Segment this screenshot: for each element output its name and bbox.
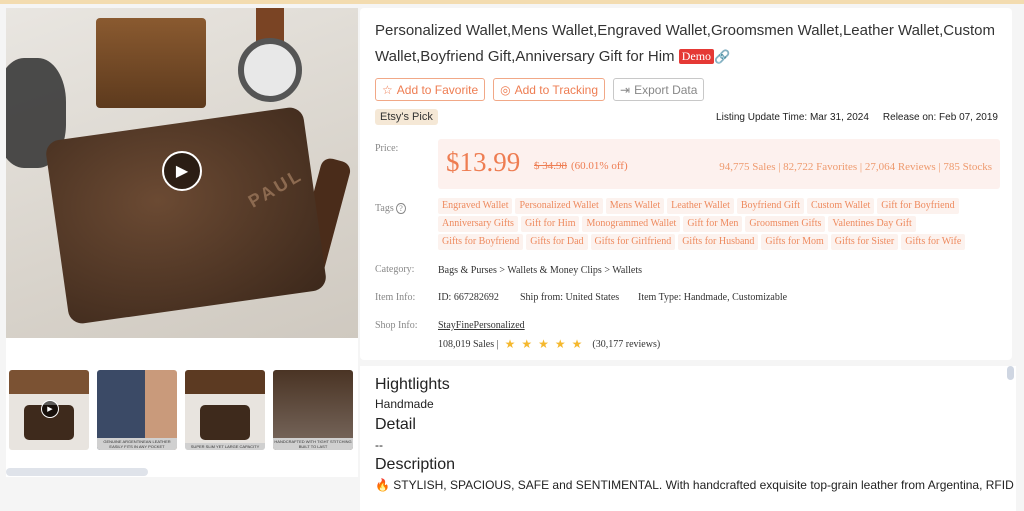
item-id: ID: 667282692 bbox=[438, 292, 499, 303]
button-label: Add to Favorite bbox=[396, 82, 479, 97]
discount: (60.01% off) bbox=[571, 160, 628, 172]
thumbnail-caption: GENUINE ARGENTINEAN LEATHER EASILY FITS … bbox=[97, 438, 177, 450]
shop-reviews: (30,177 reviews) bbox=[592, 339, 661, 350]
tag[interactable]: Boyfriend Gift bbox=[736, 198, 804, 214]
thumbnail[interactable]: HANDCRAFTED WITH TIGHT STITCHING BUILT T… bbox=[273, 370, 353, 450]
thumbnail-strip: ▶ GENUINE ARGENTINEAN LEATHER EASILY FIT… bbox=[9, 370, 353, 450]
play-icon: ▶ bbox=[41, 400, 59, 418]
detail-heading: Detail bbox=[375, 416, 416, 433]
help-icon[interactable]: ? bbox=[396, 203, 406, 214]
item-type: Item Type: Handmade, Customizable bbox=[638, 292, 788, 303]
add-to-favorite-button[interactable]: ☆ Add to Favorite bbox=[375, 78, 486, 101]
horizontal-scrollbar[interactable] bbox=[6, 468, 148, 476]
product-title: Personalized Wallet,Mens Wallet,Engraved… bbox=[375, 18, 995, 70]
highlights-text: Handmade bbox=[375, 397, 434, 411]
tag[interactable]: Personalized Wallet bbox=[515, 198, 603, 214]
tags-label: Tags ? bbox=[375, 203, 406, 214]
tag[interactable]: Leather Wallet bbox=[667, 198, 734, 214]
tag[interactable]: Gift for Boyfriend bbox=[877, 198, 959, 214]
shop-name-link[interactable]: StayFinePersonalized bbox=[438, 320, 525, 331]
thumbnail-caption: HANDCRAFTED WITH TIGHT STITCHING BUILT T… bbox=[273, 438, 353, 450]
wood-box-image bbox=[96, 18, 206, 108]
item-info-label: Item Info: bbox=[375, 292, 416, 303]
tag[interactable]: Valentines Day Gift bbox=[828, 216, 916, 232]
main-product-image[interactable]: PAUL ▶ bbox=[6, 8, 358, 338]
tag[interactable]: Gifts for Wife bbox=[901, 234, 966, 250]
tag[interactable]: Gifts for Husband bbox=[678, 234, 759, 250]
wallet-image bbox=[44, 105, 328, 326]
tag-list: Engraved Wallet Personalized Wallet Mens W… bbox=[438, 198, 998, 250]
tag[interactable]: Mens Wallet bbox=[605, 198, 665, 214]
shop-info-label: Shop Info: bbox=[375, 320, 418, 331]
tag[interactable]: Gift for Men bbox=[683, 216, 743, 232]
tag[interactable]: Engraved Wallet bbox=[438, 198, 513, 214]
original-price: $ 34.98 bbox=[534, 160, 567, 172]
media-panel: PAUL ▶ ▶ GENUINE ARGENTINEAN LEATHER EAS… bbox=[6, 8, 358, 477]
sales-stats: 94,775 Sales | 82,722 Favorites | 27,064… bbox=[719, 161, 992, 173]
price-box: $13.99 $ 34.98 (60.01% off) 94,775 Sales … bbox=[438, 139, 1000, 189]
target-icon: ◎ bbox=[500, 82, 511, 97]
category-path: Bags & Purses > Wallets & Money Clips > … bbox=[438, 265, 643, 276]
thumbnail[interactable]: ▶ bbox=[9, 370, 89, 450]
watch-image bbox=[238, 38, 302, 102]
star-rating-icon: ★★★★★ bbox=[504, 337, 589, 351]
tag[interactable]: Groomsmen Gifts bbox=[745, 216, 826, 232]
play-icon[interactable]: ▶ bbox=[162, 151, 202, 191]
button-label: Add to Tracking bbox=[514, 82, 599, 97]
detail-text: -- bbox=[375, 438, 383, 452]
product-info-card: Personalized Wallet,Mens Wallet,Engraved… bbox=[360, 8, 1012, 360]
tag[interactable]: Custom Wallet bbox=[807, 198, 875, 214]
tag[interactable]: Gifts for Girlfriend bbox=[590, 234, 676, 250]
export-data-button[interactable]: ⇥ Export Data bbox=[613, 78, 705, 101]
description-text: 🔥 STYLISH, SPACIOUS, SAFE and SENTIMENTA… bbox=[375, 478, 1016, 492]
tag[interactable]: Gift for Him bbox=[520, 216, 580, 232]
link-icon[interactable]: 🔗 bbox=[714, 49, 730, 64]
tag[interactable]: Gifts for Sister bbox=[830, 234, 899, 250]
details-panel: Hightlights Handmade Detail -- Descripti… bbox=[360, 366, 1016, 511]
tag[interactable]: Gifts for Dad bbox=[526, 234, 588, 250]
release-date: Release on: Feb 07, 2019 bbox=[882, 112, 998, 123]
vertical-scrollbar[interactable] bbox=[1007, 366, 1014, 380]
price-label: Price: bbox=[375, 143, 399, 154]
tag[interactable]: Anniversary Gifts bbox=[438, 216, 518, 232]
demo-badge: Demo bbox=[678, 49, 715, 64]
etsy-pick-badge: Etsy's Pick bbox=[375, 109, 438, 125]
category-label: Category: bbox=[375, 264, 415, 275]
shop-sales: 108,019 Sales | bbox=[438, 339, 499, 350]
highlights-heading: Hightlights bbox=[375, 376, 450, 393]
tag[interactable]: Gifts for Mom bbox=[761, 234, 828, 250]
add-to-tracking-button[interactable]: ◎ Add to Tracking bbox=[493, 78, 606, 101]
tag[interactable]: Gifts for Boyfriend bbox=[438, 234, 524, 250]
current-price: $13.99 bbox=[446, 147, 521, 177]
ship-from: Ship from: United States bbox=[520, 292, 620, 303]
tag[interactable]: Monogrammed Wallet bbox=[582, 216, 681, 232]
thumbnail-caption: SUPER SLIM YET LARGE CAPACITY bbox=[185, 443, 265, 450]
description-heading: Description bbox=[375, 456, 456, 473]
listing-update-time: Listing Update Time: Mar 31, 2024 bbox=[716, 112, 869, 123]
thumbnail[interactable]: GENUINE ARGENTINEAN LEATHER EASILY FITS … bbox=[97, 370, 177, 450]
export-icon: ⇥ bbox=[620, 82, 631, 97]
star-icon: ☆ bbox=[382, 82, 393, 97]
thumbnail[interactable]: SUPER SLIM YET LARGE CAPACITY bbox=[185, 370, 265, 450]
button-label: Export Data bbox=[634, 82, 698, 97]
top-bar bbox=[0, 0, 1024, 4]
